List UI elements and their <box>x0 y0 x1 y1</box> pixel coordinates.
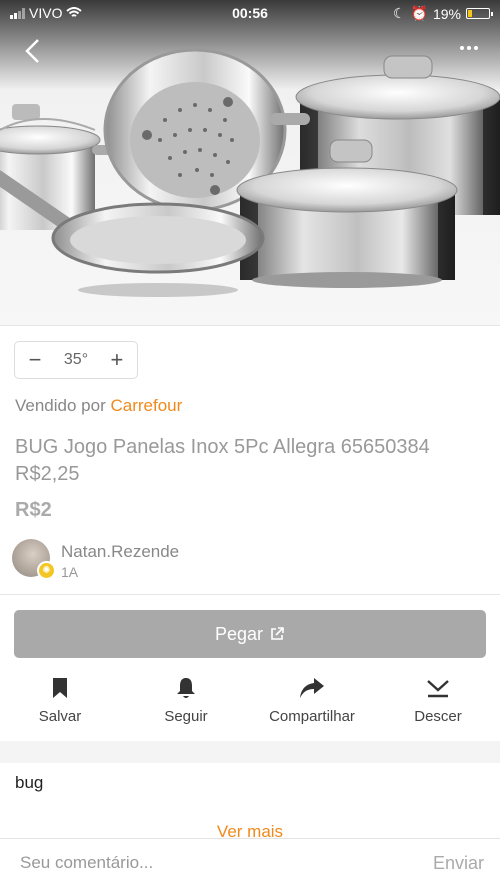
divider <box>0 325 500 326</box>
status-bar: VIVO 00:56 ☾ ⏰ 19% <box>0 0 500 28</box>
share-label: Compartilhar <box>269 708 355 725</box>
follow-label: Seguir <box>164 708 208 725</box>
zoom-value: 35° <box>63 351 89 368</box>
share-button[interactable]: Compartilhar <box>252 674 372 725</box>
bookmark-icon <box>53 678 67 698</box>
back-button[interactable] <box>18 36 48 66</box>
user-level: 1A <box>61 564 79 580</box>
save-label: Salvar <box>38 708 82 725</box>
divider <box>0 594 500 595</box>
battery-percent: 19% <box>432 5 461 22</box>
more-options-button[interactable] <box>460 46 478 50</box>
moon-icon: ☾ <box>392 5 406 21</box>
pegar-button[interactable]: Pegar <box>14 610 486 658</box>
external-link-icon <box>271 627 284 640</box>
product-price: R$2 <box>15 499 52 521</box>
zoom-increase-button[interactable]: + <box>107 347 127 373</box>
descer-label: Descer <box>414 708 462 725</box>
seller-prefix: Vendido por <box>15 396 111 415</box>
section-separator <box>0 741 500 763</box>
user-name[interactable]: Natan.Rezende <box>61 542 179 562</box>
bell-icon <box>177 678 195 698</box>
save-button[interactable]: Salvar <box>0 674 120 725</box>
seller-line: Vendido por Carrefour <box>15 396 182 416</box>
battery-icon <box>466 8 493 19</box>
cookware-set-image <box>0 48 500 297</box>
seller-store-link[interactable]: Carrefour <box>110 396 182 415</box>
chevron-left-icon <box>25 39 39 63</box>
alarm-icon: ⏰ <box>410 5 428 21</box>
descer-button[interactable]: Descer <box>378 674 498 725</box>
pegar-label: Pegar <box>214 623 264 644</box>
zoom-stepper[interactable]: − 35° + <box>14 341 138 379</box>
product-image[interactable] <box>0 0 500 326</box>
download-icon <box>427 680 449 698</box>
share-icon <box>300 678 324 698</box>
sun-badge-icon: ✺ <box>37 561 56 580</box>
description-text: bug <box>15 773 44 792</box>
comment-input[interactable] <box>20 853 400 873</box>
comment-bar: Enviar <box>0 838 500 889</box>
send-button[interactable]: Enviar <box>433 853 484 874</box>
action-bar: Salvar Seguir Compartilhar Descer <box>0 674 500 734</box>
zoom-decrease-button[interactable]: − <box>25 347 45 373</box>
product-title: BUG Jogo Panelas Inox 5Pc Allegra 656503… <box>15 436 430 485</box>
follow-button[interactable]: Seguir <box>126 674 246 725</box>
